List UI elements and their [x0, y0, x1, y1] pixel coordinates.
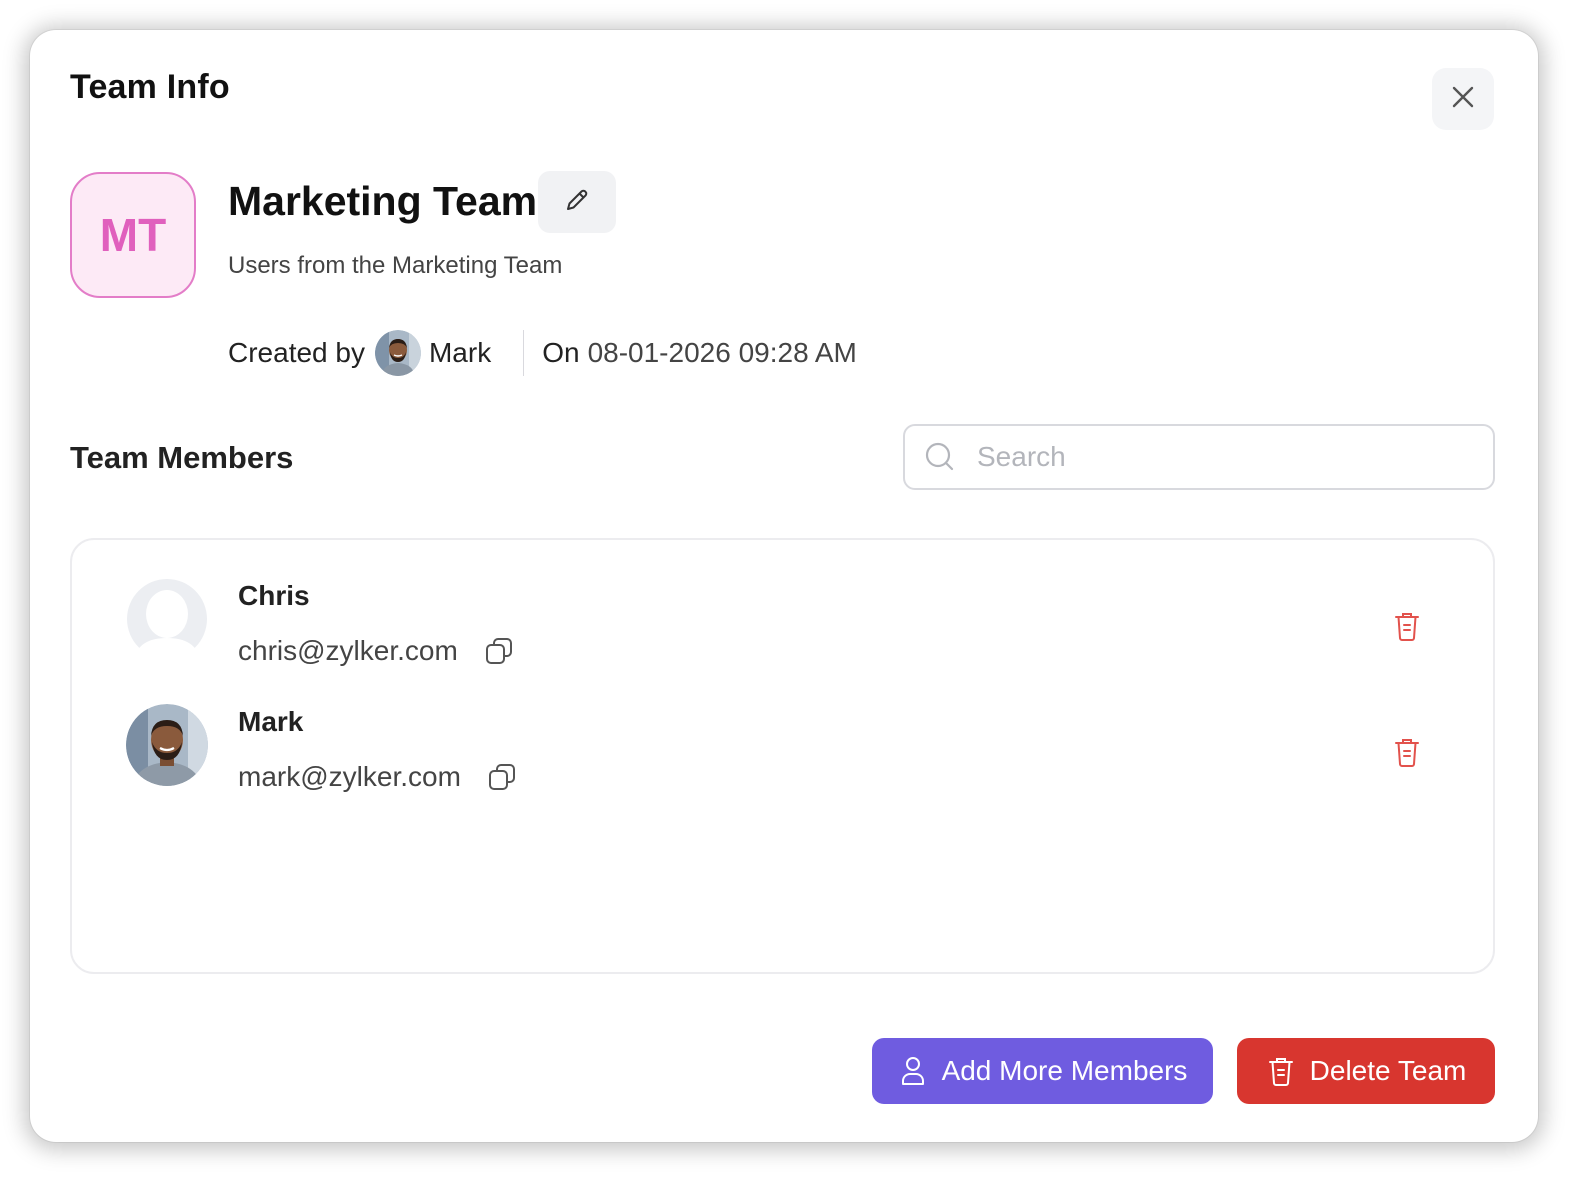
team-name: Marketing Team [228, 178, 538, 224]
copy-icon[interactable] [482, 634, 516, 668]
members-list: Chris chris@zylker.com Mark mark@zylker.… [70, 538, 1495, 974]
trash-icon [1266, 1054, 1296, 1088]
edit-team-button[interactable] [538, 171, 616, 233]
member-row: Chris chris@zylker.com [72, 540, 1493, 666]
created-info: Created by Mark On 08-01-2026 09:28 AM [228, 328, 857, 378]
user-icon [898, 1054, 928, 1088]
copy-icon[interactable] [485, 760, 519, 794]
member-email-row: chris@zylker.com [238, 634, 516, 668]
remove-member-button[interactable] [1390, 610, 1424, 646]
search-box[interactable] [903, 424, 1495, 490]
search-input[interactable] [975, 440, 1479, 474]
divider [523, 330, 525, 376]
add-more-members-button[interactable]: Add More Members [872, 1038, 1213, 1104]
search-icon [923, 440, 957, 474]
default-user-avatar [126, 578, 208, 660]
team-members-title: Team Members [70, 440, 294, 475]
remove-member-button[interactable] [1390, 736, 1424, 772]
close-icon [1450, 84, 1476, 115]
member-name: Chris [238, 580, 310, 611]
member-row: Mark mark@zylker.com [72, 666, 1493, 792]
add-more-members-label: Add More Members [941, 1055, 1188, 1086]
team-description: Users from the Marketing Team [228, 252, 563, 279]
created-by-label: Created by [228, 337, 365, 368]
trash-icon [1393, 610, 1421, 647]
creator-avatar [374, 330, 421, 376]
delete-team-button[interactable]: Delete Team [1237, 1038, 1495, 1104]
created-datetime: 08-01-2026 09:28 AM [587, 337, 857, 368]
member-email-row: mark@zylker.com [238, 760, 519, 794]
trash-icon [1393, 736, 1421, 773]
created-on-label: On [542, 337, 580, 368]
close-button[interactable] [1432, 68, 1494, 130]
team-info-modal: Team Info MT Marketing Team Users from t… [30, 30, 1538, 1142]
member-name: Mark [238, 706, 304, 737]
member-email: chris@zylker.com [238, 635, 458, 666]
delete-team-label: Delete Team [1309, 1055, 1467, 1086]
member-email: mark@zylker.com [238, 761, 461, 792]
creator-name: Mark [428, 337, 492, 368]
modal-title: Team Info [70, 68, 230, 106]
team-avatar: MT [70, 172, 196, 298]
pencil-icon [563, 186, 591, 219]
photo-avatar [126, 704, 208, 786]
